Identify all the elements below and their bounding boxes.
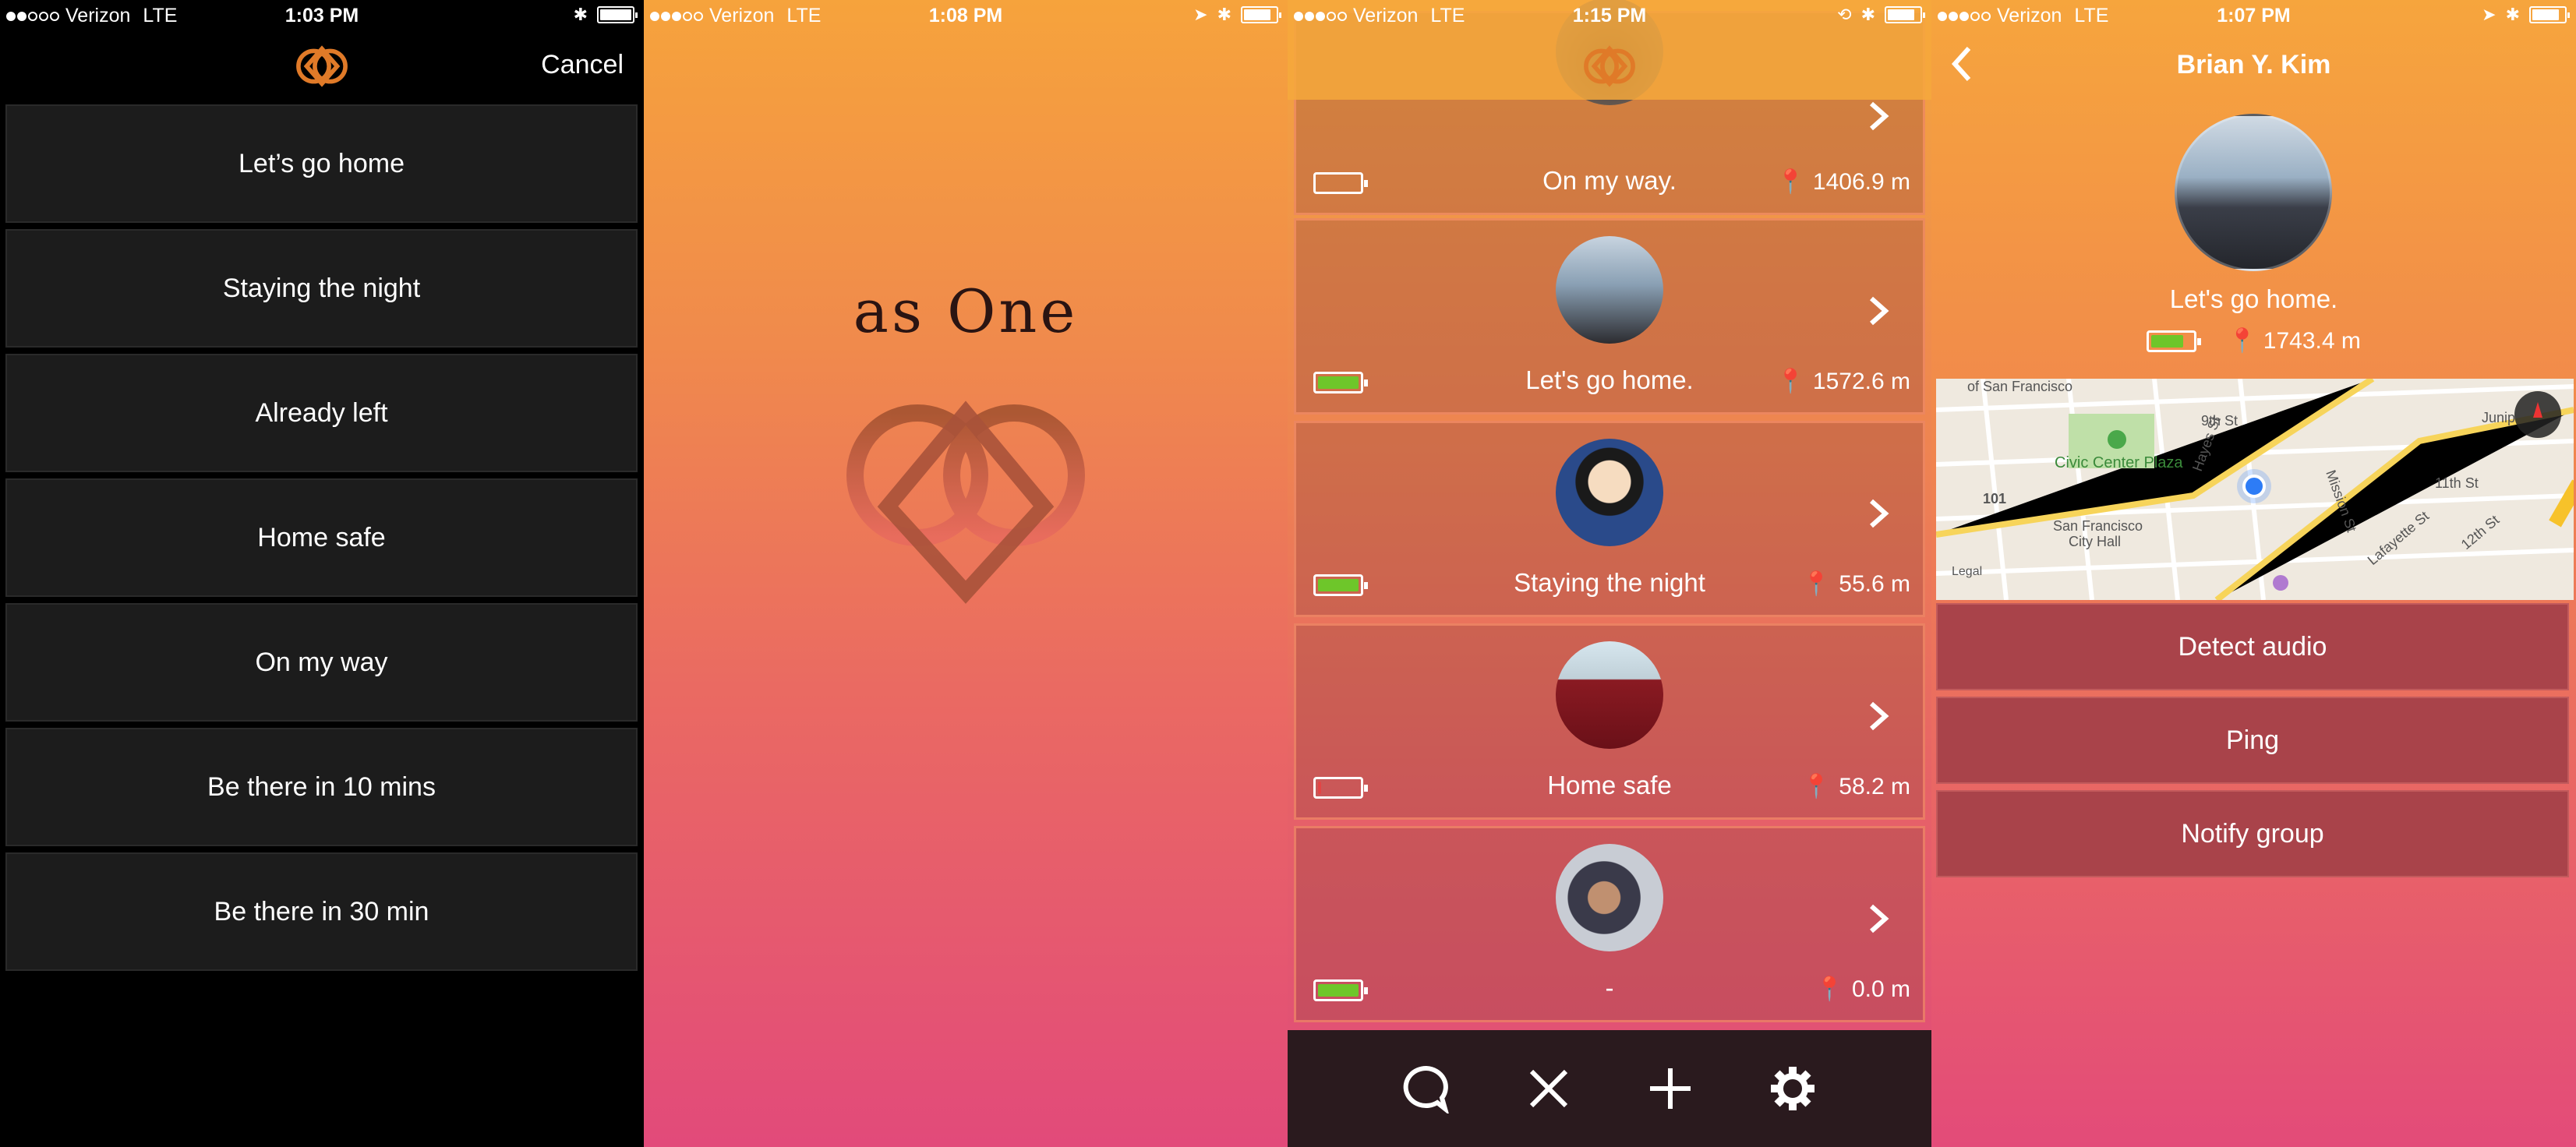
- location-map[interactable]: of San Francisco Civic Center Plaza San …: [1936, 379, 2574, 600]
- app-logo-icon: [846, 401, 1085, 604]
- member-card[interactable]: Staying the night 📍 55.6 m: [1294, 421, 1925, 617]
- bluetooth-icon: ✱: [573, 5, 588, 24]
- status-bar: Verizon LTE 1:15 PM ⟲ ✱: [1288, 0, 1931, 33]
- map-legal-link[interactable]: Legal: [1952, 565, 1982, 578]
- app-logo-icon: [1584, 45, 1635, 87]
- location-pin-icon: 📍: [1815, 976, 1844, 1002]
- location-icon: ➤: [1193, 5, 1208, 24]
- app-title: as One: [853, 277, 1079, 346]
- member-detail-screen: Verizon LTE 1:07 PM ➤ ✱ Brian Y. Kim Let…: [1931, 0, 2576, 1147]
- map-label: 101: [1983, 491, 2006, 506]
- member-avatar: [1556, 844, 1663, 951]
- map-label: of San Francisco: [1967, 379, 2072, 394]
- member-distance: 📍 0.0 m: [1815, 976, 1910, 1003]
- bluetooth-icon: ✱: [2505, 5, 2520, 24]
- chevron-right-icon: [1870, 101, 1889, 131]
- quick-message-screen: Verizon LTE 1:03 PM ✱ Cancel Let’s go ho…: [0, 0, 644, 1147]
- member-distance: 📍 1743.4 m: [2228, 328, 2361, 354]
- nav-bar: Cancel: [0, 33, 644, 100]
- map-label: San Francisco: [2053, 518, 2143, 534]
- battery-icon: [597, 6, 638, 23]
- detect-audio-button[interactable]: Detect audio: [1936, 603, 2569, 690]
- map-canvas[interactable]: of San Francisco Civic Center Plaza San …: [1936, 379, 2574, 600]
- message-option[interactable]: Staying the night: [5, 229, 638, 348]
- chat-icon[interactable]: [1401, 1064, 1451, 1113]
- notify-group-button[interactable]: Notify group: [1936, 790, 2569, 877]
- chevron-right-icon: [1870, 296, 1889, 326]
- map-label: 11th St: [2435, 475, 2479, 491]
- member-avatar: [1556, 439, 1663, 546]
- member-distance: 📍 1572.6 m: [1776, 368, 1910, 395]
- cancel-button[interactable]: Cancel: [541, 50, 624, 80]
- map-label: Civic Center Plaza: [2055, 454, 2183, 471]
- location-pin-icon: 📍: [1776, 369, 1805, 394]
- settings-icon[interactable]: [1768, 1064, 1818, 1113]
- battery-icon: [2529, 6, 2570, 23]
- rotation-lock-icon: ⟲: [1837, 5, 1852, 24]
- battery-icon: [1885, 6, 1925, 23]
- app-logo-icon: [296, 45, 348, 87]
- member-distance: 📍 55.6 m: [1801, 570, 1910, 598]
- page-title: Brian Y. Kim: [2176, 50, 2331, 79]
- message-option[interactable]: On my way: [5, 603, 638, 722]
- member-info-row: 📍 1743.4 m: [1931, 327, 2576, 355]
- member-status: Let's go home.: [2169, 284, 2338, 313]
- member-avatar: [1556, 641, 1663, 749]
- nav-bar: [1288, 33, 1931, 100]
- status-time: 1:07 PM: [2217, 5, 2291, 26]
- chevron-right-icon: [1870, 701, 1889, 731]
- chevron-right-icon: [1870, 904, 1889, 933]
- member-avatar: [1556, 236, 1663, 344]
- nav-bar: Brian Y. Kim: [1931, 33, 2576, 100]
- ping-button[interactable]: Ping: [1936, 697, 2569, 784]
- message-option[interactable]: Be there in 10 mins: [5, 728, 638, 846]
- message-option[interactable]: Be there in 30 min: [5, 852, 638, 971]
- status-bar: Verizon LTE 1:07 PM ➤ ✱: [1931, 0, 2576, 33]
- location-pin-icon: 📍: [2228, 328, 2257, 354]
- message-option[interactable]: Home safe: [5, 478, 638, 597]
- message-option[interactable]: Already left: [5, 354, 638, 472]
- member-distance: 📍 58.2 m: [1801, 773, 1910, 800]
- add-icon[interactable]: [1645, 1064, 1695, 1113]
- location-pin-icon: 📍: [1776, 169, 1805, 195]
- status-time: 1:08 PM: [928, 5, 1003, 26]
- chevron-right-icon: [1870, 499, 1889, 528]
- map-label: City Hall: [2069, 534, 2121, 549]
- splash-screen: Verizon LTE 1:08 PM ➤ ✱ as One: [644, 0, 1288, 1147]
- location-pin-icon: 📍: [1801, 774, 1832, 799]
- map-label: Junip: [2482, 410, 2515, 425]
- bluetooth-icon: ✱: [1860, 5, 1875, 24]
- member-avatar: [2175, 114, 2332, 271]
- member-card[interactable]: Let's go home. 📍 1572.6 m: [1294, 218, 1925, 415]
- close-icon[interactable]: [1524, 1064, 1574, 1113]
- location-icon: ➤: [2482, 5, 2496, 24]
- tab-bar: [1288, 1030, 1931, 1147]
- status-time: 1:15 PM: [1572, 5, 1647, 26]
- member-card[interactable]: - 📍 0.0 m: [1294, 826, 1925, 1022]
- battery-indicator: [2147, 330, 2202, 352]
- status-bar: Verizon LTE 1:08 PM ➤ ✱: [644, 0, 1288, 33]
- group-list-screen: Verizon LTE 1:15 PM ⟲ ✱ On my way. 📍 1406…: [1288, 0, 1931, 1147]
- battery-icon: [1241, 6, 1281, 23]
- member-distance: 📍 1406.9 m: [1776, 168, 1910, 196]
- bluetooth-icon: ✱: [1217, 5, 1231, 24]
- location-pin-icon: 📍: [1801, 571, 1832, 597]
- status-time: 1:03 PM: [284, 5, 359, 26]
- member-card[interactable]: Home safe 📍 58.2 m: [1294, 623, 1925, 820]
- status-bar: Verizon LTE 1:03 PM ✱: [0, 0, 644, 33]
- message-option[interactable]: Let’s go home: [5, 104, 638, 223]
